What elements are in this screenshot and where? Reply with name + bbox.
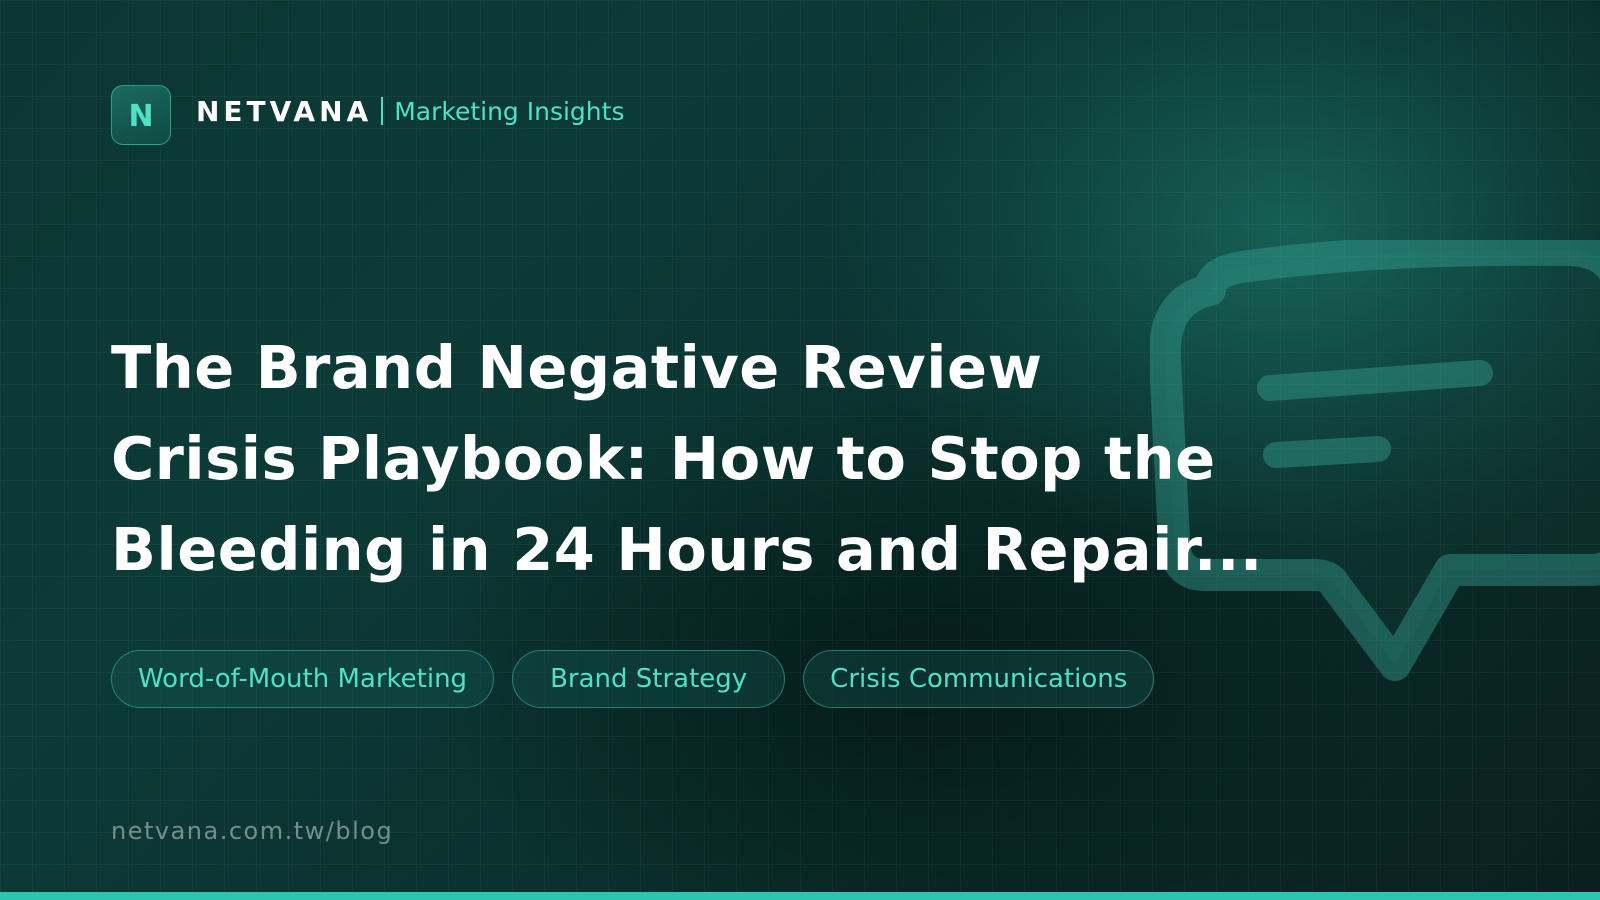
header: N NETVANA Marketing Insights (111, 84, 624, 146)
tag-list: Word-of-Mouth Marketing Brand Strategy C… (111, 650, 1155, 708)
blog-cover-card: N NETVANA Marketing Insights The Brand N… (0, 0, 1600, 900)
tag-crisis-communications[interactable]: Crisis Communications (803, 650, 1155, 708)
tag-word-of-mouth-marketing[interactable]: Word-of-Mouth Marketing (111, 650, 495, 708)
logo-letter: N (128, 99, 154, 134)
title-line-2: Crisis Playbook: How to Stop the (111, 424, 1216, 493)
title-line-3: Bleeding in 24 Hours and Repair... (111, 515, 1263, 584)
netvana-logo-icon[interactable]: N (111, 85, 171, 145)
tag-brand-strategy[interactable]: Brand Strategy (512, 650, 786, 708)
header-divider (381, 97, 384, 125)
section-name[interactable]: Marketing Insights (394, 97, 624, 126)
blog-url[interactable]: netvana.com.tw/blog (111, 817, 393, 845)
brand-name[interactable]: NETVANA (196, 95, 372, 128)
accent-bar (0, 892, 1600, 900)
title-line-1: The Brand Negative Review (111, 333, 1043, 402)
article-title: The Brand Negative Review Crisis Playboo… (111, 322, 1263, 595)
